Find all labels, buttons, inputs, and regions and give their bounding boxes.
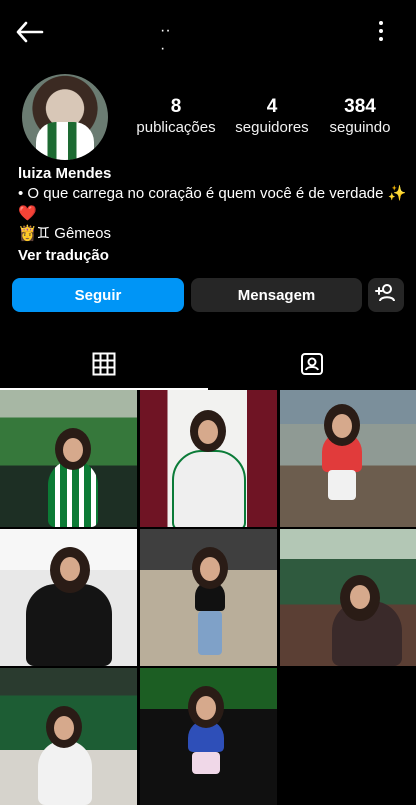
figure-head <box>46 706 82 748</box>
figure <box>192 752 220 774</box>
profile-tabs <box>0 336 416 390</box>
figure <box>328 470 356 500</box>
figure <box>198 611 222 655</box>
more-vert-icon[interactable] <box>370 16 392 46</box>
tagged-icon <box>301 353 323 375</box>
profile-stats: 8 publicações 4 seguidores 384 seguindo <box>128 96 408 144</box>
stat-label: seguindo <box>329 119 391 136</box>
figure-head <box>324 404 360 446</box>
bio-text: • O que carrega no coração é quem você é… <box>18 185 407 202</box>
stat-label: seguidores <box>235 119 309 136</box>
post-thumbnail[interactable] <box>0 668 137 805</box>
stat-number: 4 <box>266 96 278 117</box>
figure-head <box>190 410 226 452</box>
figure <box>172 450 246 527</box>
bio-heart: ❤️ <box>18 205 37 222</box>
profile-name: luiza Mendes <box>18 165 112 182</box>
figure-head <box>188 686 224 728</box>
post-thumbnail[interactable] <box>140 390 277 527</box>
posts-grid <box>0 390 416 805</box>
avatar[interactable] <box>22 74 108 160</box>
figure-head <box>55 428 91 470</box>
tab-tagged[interactable] <box>208 336 416 388</box>
message-button[interactable]: Mensagem <box>191 278 362 312</box>
stat-following[interactable]: 384 seguindo <box>312 96 408 138</box>
post-thumbnail[interactable] <box>140 668 277 805</box>
stat-followers[interactable]: 4 seguidores <box>224 96 320 138</box>
post-thumbnail[interactable] <box>0 390 137 527</box>
figure <box>38 740 92 805</box>
post-thumbnail[interactable] <box>280 529 416 666</box>
translate-link[interactable]: Ver tradução <box>18 246 408 266</box>
page-title: ·· · <box>160 22 171 57</box>
stat-number: 8 <box>170 96 182 117</box>
stat-posts[interactable]: 8 publicações <box>128 96 224 138</box>
figure-head <box>340 575 380 621</box>
post-thumbnail[interactable] <box>280 390 416 527</box>
post-thumbnail[interactable] <box>0 529 137 666</box>
bio-sign: 👸♊ Gêmeos <box>18 225 111 242</box>
profile-bio: luiza Mendes • O que carrega no coração … <box>18 164 408 266</box>
post-thumbnail[interactable] <box>140 529 277 666</box>
back-arrow-icon[interactable] <box>14 18 44 46</box>
stat-label: publicações <box>136 119 216 136</box>
add-user-icon <box>375 284 395 302</box>
figure-head <box>192 547 228 589</box>
top-bar: ·· · <box>0 0 416 62</box>
figure <box>48 460 98 527</box>
figure <box>26 584 112 666</box>
stat-number: 384 <box>344 96 376 117</box>
grid-icon <box>92 352 116 376</box>
add-user-button[interactable] <box>368 278 404 312</box>
figure-head <box>50 547 90 593</box>
follow-button[interactable]: Seguir <box>12 278 184 312</box>
tab-grid[interactable] <box>0 336 208 388</box>
